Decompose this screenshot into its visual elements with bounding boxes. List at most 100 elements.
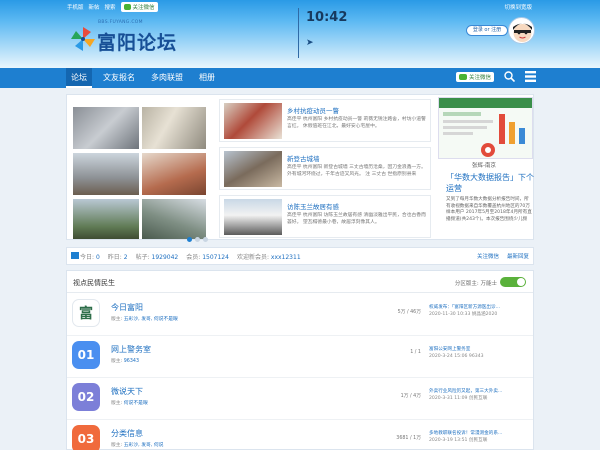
- slide-photo[interactable]: [73, 199, 139, 239]
- forum-name[interactable]: 网上警务室: [111, 344, 151, 355]
- avatar-face-icon: [513, 23, 532, 42]
- top-link-search[interactable]: 搜索: [105, 3, 116, 11]
- stats-yesterday: 昨日: 2: [107, 254, 128, 261]
- slider-dots: [187, 237, 208, 242]
- slide-photo[interactable]: [73, 153, 139, 195]
- stats-chart-icon: [71, 252, 79, 259]
- news-title[interactable]: 访陈玉兰故居有感: [287, 201, 339, 211]
- forum-row[interactable]: 02 微说天下 版主: 何说不是眼 1万 / 4万 外卖行业风险厉又起，第三大外…: [67, 378, 533, 420]
- last-post-title[interactable]: 多地教职联名投诉！常漫测金的系...: [429, 430, 531, 437]
- slider-dot[interactable]: [203, 237, 208, 242]
- top-link-new[interactable]: 新帖: [89, 3, 100, 11]
- nav-tab-forum[interactable]: 论坛: [66, 68, 92, 88]
- wechat-icon: [123, 4, 131, 10]
- slide-photo[interactable]: [142, 107, 206, 149]
- forum-name[interactable]: 分类信息: [111, 428, 143, 439]
- nav-tab-signup[interactable]: 文友报名: [98, 68, 140, 88]
- news-item[interactable]: 新登古城墙 高佳平 杭州富阳 新登古城墙 三丈古墙历沧桑，因刀金浪鑫一方。 外有…: [219, 147, 431, 190]
- forum-icon-fuyang: 富: [72, 299, 100, 327]
- switch-wide-link[interactable]: 切换到宽版: [504, 3, 532, 11]
- news-thumb: [224, 103, 282, 139]
- slide-photo[interactable]: [73, 107, 139, 149]
- news-item[interactable]: 访陈玉兰故居有感 高佳平 杭州富阳 访陈玉兰故居有感 清幽淡雅出平民，合也古香而…: [219, 195, 431, 238]
- forum-name[interactable]: 微说天下: [111, 386, 143, 397]
- slide-photo[interactable]: [142, 199, 206, 239]
- promo-title[interactable]: 「华数大数据报告」下个运营: [446, 172, 534, 194]
- site-logo[interactable]: BBS.FUYANG.COM 富阳论坛: [70, 20, 180, 60]
- photo-slider[interactable]: [71, 105, 211, 242]
- search-icon[interactable]: [504, 71, 515, 82]
- news-desc: 高佳平 杭州富阳 访陈玉兰故居有感 清幽淡雅出平民，合也古香而荟好。 望瓦榻德最…: [287, 213, 426, 225]
- forum-section-moderator: 分区版主: 万能士: [454, 281, 497, 287]
- featured-card: 乡村抗疫动员一瞥 高佳平 杭州富阳 乡村抗疫动员一瞥 莉薇无锐注路舍，村坊小道警…: [66, 94, 534, 242]
- grid-menu-icon[interactable]: [525, 71, 536, 82]
- last-post-title[interactable]: 权威发布：「富阳区新方源医出诊...: [429, 304, 531, 311]
- site-header: 手机版 新帖 搜索 关注微信 切换到宽版 BBS.FUYANG.COM 富阳论坛…: [0, 0, 600, 68]
- forum-section: 视点民情民生 分区版主: 万能士 富 今日富阳 版主: 五彩沙, 发哥, 何说不…: [66, 270, 534, 450]
- logo-title: 富阳论坛: [97, 32, 178, 54]
- main-nav: 论坛 文友报名 多肉联盟 相册 关注微信: [0, 68, 600, 88]
- latest-replies-link[interactable]: 最新回复: [507, 252, 529, 260]
- wechat-icon: [458, 73, 467, 80]
- forum-last-post: 外卖行业风险厉又起，第三大外卖... 2020-3-31 11:09 创民互联: [429, 388, 531, 402]
- top-links: 手机版 新帖 搜索 关注微信: [67, 2, 158, 12]
- last-post-title[interactable]: 外卖行业风险厉又起，第三大外卖...: [429, 388, 531, 395]
- stats-posts: 帖子: 1929042: [135, 254, 179, 261]
- stats-row: 今日: 0 昨日: 2 帖子: 1929042 会员: 1507124 欢迎新会…: [71, 252, 301, 261]
- nav-wechat-follow-label: 关注微信: [468, 74, 491, 81]
- forum-icon-01: 01: [72, 341, 100, 369]
- news-item[interactable]: 乡村抗疫动员一瞥 高佳平 杭州富阳 乡村抗疫动员一瞥 莉薇无锐注路舍，村坊小道警…: [219, 99, 431, 142]
- logo-url: BBS.FUYANG.COM: [98, 20, 143, 25]
- forum-row[interactable]: 富 今日富阳 版主: 五彩沙, 发哥, 何说不是眼 5万 / 46万 权威发布：…: [67, 294, 533, 336]
- clock: 10:42: [306, 10, 348, 25]
- nav-tools: 关注微信: [455, 71, 536, 82]
- wechat-follow-button[interactable]: 关注微信: [120, 2, 158, 12]
- nav-tab-album[interactable]: 相册: [194, 68, 220, 88]
- forum-count: 1 / 1: [410, 350, 421, 355]
- collapse-toggle[interactable]: [500, 277, 526, 287]
- news-desc: 高佳平 杭州富阳 乡村抗疫动员一瞥 莉薇无锐注路舍，村坊小道警言红。 休假值班在…: [287, 117, 426, 129]
- last-post-meta: 2020-11-30 10:33 姚晶涵2020: [429, 312, 498, 317]
- top-link-mobile[interactable]: 手机版: [67, 3, 84, 11]
- stats-bar: 今日: 0 昨日: 2 帖子: 1929042 会员: 1507124 欢迎新会…: [66, 247, 534, 265]
- promo-author: 张辉-南京: [472, 163, 496, 169]
- news-thumb: [224, 199, 282, 235]
- news-title[interactable]: 乡村抗疫动员一瞥: [287, 105, 339, 115]
- slide-photo[interactable]: [142, 153, 206, 195]
- stats-newest: 欢迎新会员: xxx12311: [236, 254, 301, 261]
- forum-moderators: 版主: 五彩沙, 发哥, 何说: [111, 443, 164, 448]
- forum-moderators: 版主: 96343: [111, 359, 140, 364]
- forum-moderators: 版主: 何说不是眼: [111, 401, 148, 406]
- last-post-meta: 2020-3-19 13:51 创民互联: [429, 438, 488, 443]
- forum-row[interactable]: 01 网上警务室 版主: 96343 1 / 1 富阳公安网上警务室 2020-…: [67, 336, 533, 378]
- forum-count: 3681 / 1万: [396, 436, 421, 441]
- forum-icon-03: 03: [72, 425, 100, 450]
- nav-wechat-follow-button[interactable]: 关注微信: [455, 71, 494, 82]
- forum-last-post: 权威发布：「富阳区新方源医出诊... 2020-11-30 10:33 姚晶涵2…: [429, 304, 531, 318]
- forum-last-post: 富阳公安网上警务室 2020-3-24 15:06 96343: [429, 346, 531, 360]
- nav-tab-succulents[interactable]: 多肉联盟: [146, 68, 188, 88]
- slider-dot[interactable]: [187, 237, 192, 242]
- forum-count: 1万 / 4万: [400, 394, 421, 399]
- last-post-title[interactable]: 富阳公安网上警务室: [429, 346, 531, 353]
- forum-row[interactable]: 03 分类信息 版主: 五彩沙, 发哥, 何说 3681 / 1万 多地教职联名…: [67, 420, 533, 450]
- forum-icon-02: 02: [72, 383, 100, 411]
- location-arrow-icon: ➤: [306, 38, 314, 48]
- forum-section-header: 视点民情民生 分区版主: 万能士: [67, 271, 533, 293]
- promo-image: [438, 97, 533, 159]
- newest-member-link[interactable]: xxx12311: [271, 254, 301, 261]
- login-register-button[interactable]: 登录 or 注册: [466, 25, 508, 36]
- stats-members: 会员: 1507124: [186, 254, 229, 261]
- follow-button[interactable]: 关注微信: [477, 252, 499, 260]
- forum-section-title[interactable]: 视点民情民生: [73, 278, 115, 288]
- last-post-meta: 2020-3-31 11:09 创民互联: [429, 396, 488, 401]
- avatar[interactable]: [508, 17, 535, 44]
- promo-desc: 又到了每月华数大数据分析报告时间，所有收视数据来自华数覆盖杭州地区的70万样本用…: [446, 197, 532, 222]
- news-title[interactable]: 新登古城墙: [287, 153, 320, 163]
- forum-name[interactable]: 今日富阳: [111, 302, 143, 313]
- nav-tabs: 论坛 文友报名 多肉联盟 相册: [66, 68, 226, 88]
- wechat-follow-label: 关注微信: [132, 5, 155, 11]
- last-post-meta: 2020-3-24 15:06 96343: [429, 354, 484, 359]
- promo-panel[interactable]: 张辉-南京 「华数大数据报告」下个运营 又到了每月华数大数据分析报告时间，所有收…: [438, 97, 534, 238]
- slider-dot[interactable]: [195, 237, 200, 242]
